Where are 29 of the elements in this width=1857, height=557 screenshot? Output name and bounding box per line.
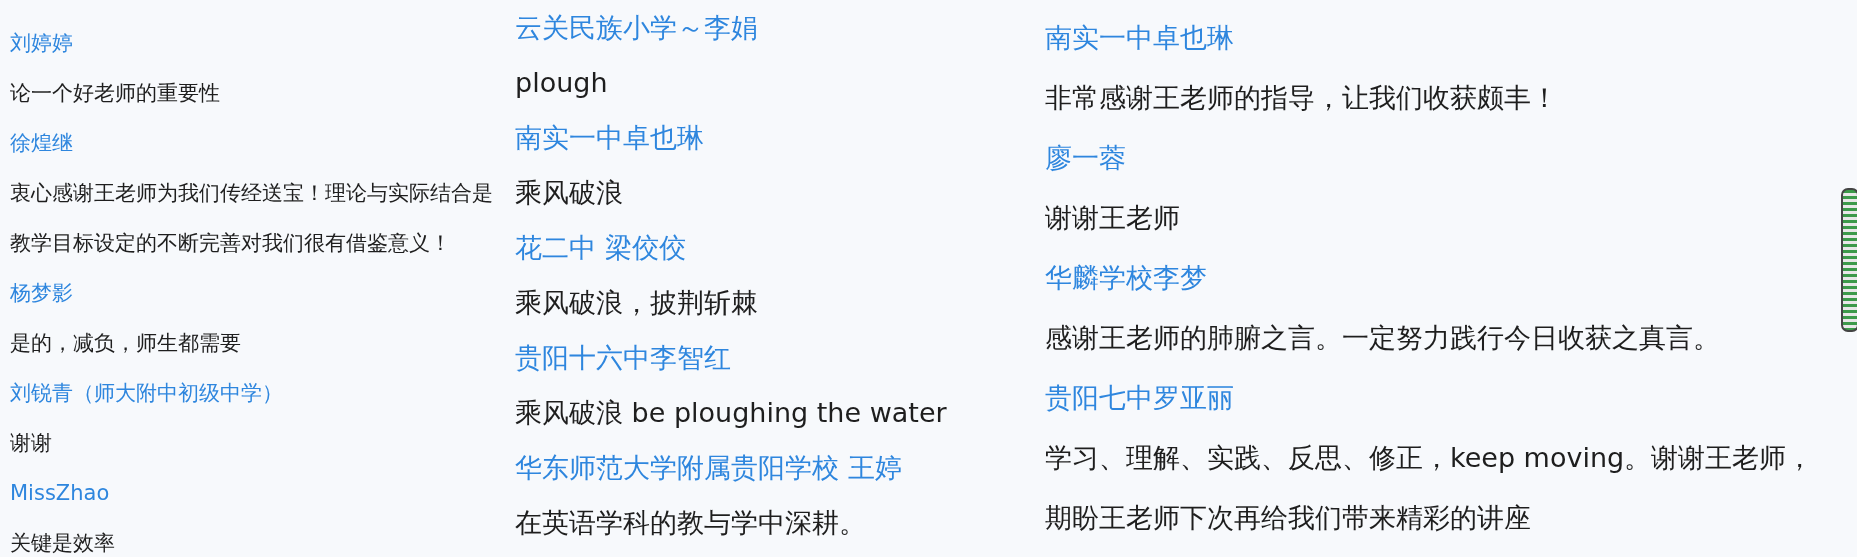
comment-text: 在英语学科的教与学中深耕。 [515,506,867,540]
commenter-name: 杨梦影 [10,280,74,307]
commenter-name: 徐煌继 [10,130,74,157]
comment-text: 感谢王老师的肺腑之言。一定努力践行今日收获之真言。 [1045,321,1721,355]
comment-text: 是的，减负，师生都需要 [10,330,242,357]
commenter-name: 贵阳七中罗亚丽 [1045,381,1235,415]
commenter-name: MissZhao [10,480,111,507]
comment-text: 论一个好老师的重要性 [10,80,221,107]
commenter-name: 华麟学校李梦 [1045,261,1208,295]
comment-text: 衷心感谢王老师为我们传经送宝！理论与实际结合是教学目标设定的不断完善对我们很有借鉴意义！ [10,180,494,257]
commenter-name: 云关民族小学～李娟 [515,11,759,45]
commenter-name: 贵阳十六中李智红 [515,341,732,375]
comment-text: plough [515,66,609,100]
comment-text: 乘风破浪 be ploughing the water [515,396,948,430]
commenter-name: 刘婷婷 [10,30,74,57]
comment-text: 谢谢 [10,430,53,457]
comment-text: 乘风破浪，披荆斩棘 [515,286,759,320]
commenter-name: 刘锐青（师大附中初级中学） [10,380,284,407]
commenter-name: 花二中 梁佼佼 [515,231,687,265]
scrollbar-thumb[interactable] [1841,188,1857,332]
comment-text: 学习、理解、实践、反思、修正，keep moving。谢谢王老师，期盼王老师下次再给我们带来精彩的讲座 [1045,441,1815,535]
comment-text: 非常感谢王老师的指导，让我们收获颇丰！ [1045,81,1559,115]
commenter-name: 南实一中卓也琳 [1045,21,1235,55]
comment-text: 关键是效率 [10,530,116,557]
commenter-name: 南实一中卓也琳 [515,121,705,155]
comment-text: 谢谢王老师 [1045,201,1181,235]
commenter-name: 华东师范大学附属贵阳学校 王婷 [515,451,903,485]
comment-text: 乘风破浪 [515,176,624,210]
commenter-name: 廖一蓉 [1045,141,1127,175]
